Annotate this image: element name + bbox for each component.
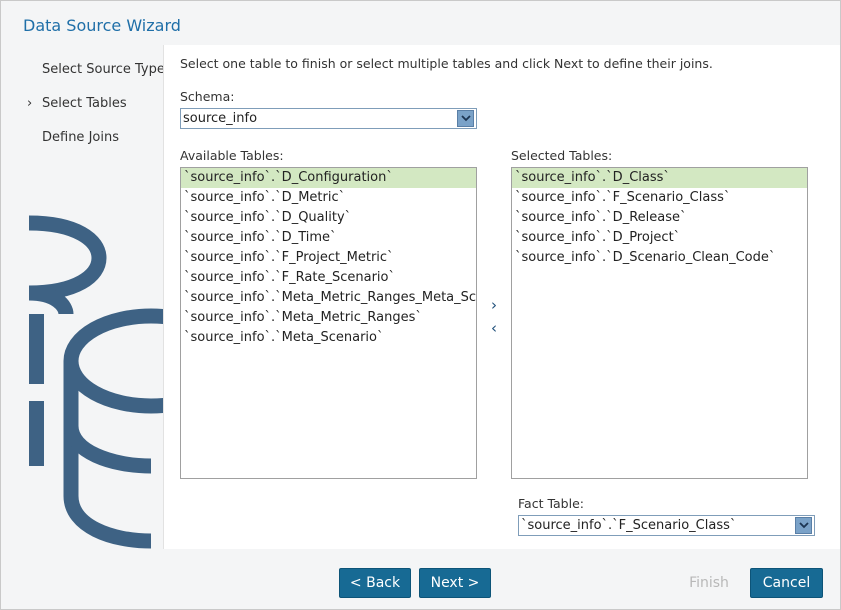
database-icon: [28, 215, 163, 549]
table-list-item[interactable]: `source_info`.`F_Project_Metric`: [181, 248, 476, 268]
chevron-down-icon[interactable]: [795, 517, 812, 534]
step-select-source-type[interactable]: Select Source Type: [42, 62, 165, 77]
fact-table-select[interactable]: `source_info`.`F_Scenario_Class`: [518, 515, 815, 536]
wizard-content: Select one table to finish or select mul…: [163, 45, 840, 549]
fact-table-select-value: `source_info`.`F_Scenario_Class`: [521, 518, 737, 533]
table-list-item[interactable]: `source_info`.`D_Quality`: [181, 208, 476, 228]
table-list-item[interactable]: `source_info`.`D_Project`: [512, 228, 807, 248]
schema-select-value: source_info: [183, 111, 258, 126]
table-list-item[interactable]: `source_info`.`D_Metric`: [181, 188, 476, 208]
step-label: Define Joins: [42, 130, 119, 145]
cancel-button[interactable]: Cancel: [750, 568, 823, 598]
step-define-joins[interactable]: Define Joins: [42, 130, 119, 145]
chevron-down-icon[interactable]: [457, 110, 474, 127]
available-tables-label: Available Tables:: [180, 148, 284, 163]
back-button[interactable]: < Back: [339, 568, 411, 598]
step-label: Select Source Type: [42, 62, 165, 77]
table-list-item[interactable]: `source_info`.`D_Time`: [181, 228, 476, 248]
table-list-item[interactable]: `source_info`.`F_Scenario_Class`: [512, 188, 807, 208]
step-label: Select Tables: [42, 96, 127, 111]
table-list-item[interactable]: `source_info`.`Meta_Metric_Ranges_Meta_S…: [181, 288, 476, 308]
schema-label: Schema:: [180, 89, 235, 104]
table-list-item[interactable]: `source_info`.`D_Scenario_Clean_Code`: [512, 248, 807, 268]
table-list-item[interactable]: `source_info`.`D_Class`: [512, 168, 807, 188]
chevron-right-icon: ›: [27, 96, 33, 111]
instruction-text: Select one table to finish or select mul…: [180, 56, 713, 71]
data-source-wizard-dialog: Data Source Wizard Select Source Type › …: [0, 0, 841, 610]
selected-tables-label: Selected Tables:: [511, 148, 613, 163]
schema-select[interactable]: source_info: [180, 108, 477, 129]
table-list-item[interactable]: `source_info`.`Meta_Metric_Ranges`: [181, 308, 476, 328]
available-tables-list[interactable]: `source_info`.`D_Configuration` `source_i…: [180, 167, 477, 479]
next-button[interactable]: Next >: [419, 568, 491, 598]
step-select-tables[interactable]: › Select Tables: [27, 96, 127, 111]
fact-table-label: Fact Table:: [518, 496, 584, 511]
remove-table-button[interactable]: ‹: [488, 319, 500, 337]
table-list-item[interactable]: `source_info`.`Meta_Scenario`: [181, 328, 476, 348]
table-list-item[interactable]: `source_info`.`D_Configuration`: [181, 168, 476, 188]
selected-tables-list[interactable]: `source_info`.`D_Class` `source_info`.`F_…: [511, 167, 808, 479]
table-list-item[interactable]: `source_info`.`D_Release`: [512, 208, 807, 228]
dialog-title: Data Source Wizard: [23, 16, 181, 35]
add-table-button[interactable]: ›: [488, 296, 500, 314]
table-list-item[interactable]: `source_info`.`F_Rate_Scenario`: [181, 268, 476, 288]
finish-button[interactable]: Finish: [673, 568, 745, 598]
